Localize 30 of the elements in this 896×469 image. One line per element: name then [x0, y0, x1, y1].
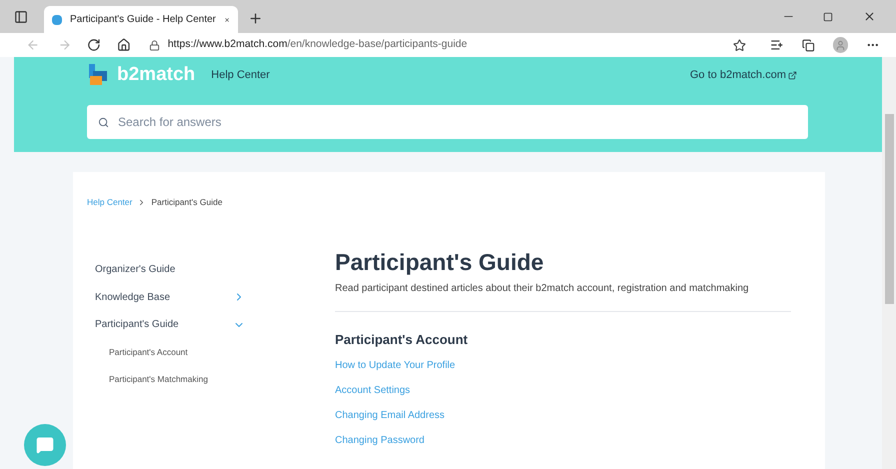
breadcrumb-link[interactable]: Participant's Guide: [151, 196, 222, 209]
sidebar-item[interactable]: Organizer's Guide: [95, 256, 245, 284]
external-link-icon: [788, 70, 797, 80]
section-heading: Participant's Account: [335, 330, 469, 349]
sidebar-item[interactable]: Knowledge Base: [95, 283, 245, 311]
maximize-icon[interactable]: [823, 12, 833, 22]
article-description: Read participant destined articles about their b2match account, registration and matchmaking: [335, 282, 750, 296]
sidebar-subitem[interactable]: Participant's Matchmaking: [95, 366, 335, 394]
header-subtitle: Help Center: [211, 68, 270, 83]
external-link[interactable]: Go to b2match.com: [690, 66, 797, 84]
tab-title: Participant's Guide - Help Center: [70, 13, 216, 27]
sidebar-item[interactable]: Participant's Guide: [95, 310, 245, 338]
home-icon[interactable]: [117, 38, 131, 52]
reload-icon[interactable]: [87, 38, 102, 52]
collections-icon[interactable]: [802, 38, 815, 52]
favorites-icon[interactable]: [770, 38, 784, 52]
profile-avatar[interactable]: [832, 37, 848, 53]
scrollbar[interactable]: [882, 57, 896, 469]
favicon-icon: [52, 14, 62, 24]
sidebar-subitem[interactable]: Participant's Account: [95, 338, 335, 366]
article-title: Participant's Guide: [335, 248, 545, 277]
chat-icon: [36, 436, 54, 454]
browser-tab[interactable]: Participant's Guide - Help Center: [44, 6, 238, 33]
new-tab-icon[interactable]: [248, 11, 263, 26]
favorite-add-icon[interactable]: [733, 38, 746, 52]
lock-icon: [148, 40, 160, 50]
search-icon: [98, 116, 109, 128]
search-field[interactable]: Search for answers: [87, 105, 808, 139]
tab-actions-icon[interactable]: [14, 10, 28, 24]
close-window-icon[interactable]: [863, 10, 876, 23]
